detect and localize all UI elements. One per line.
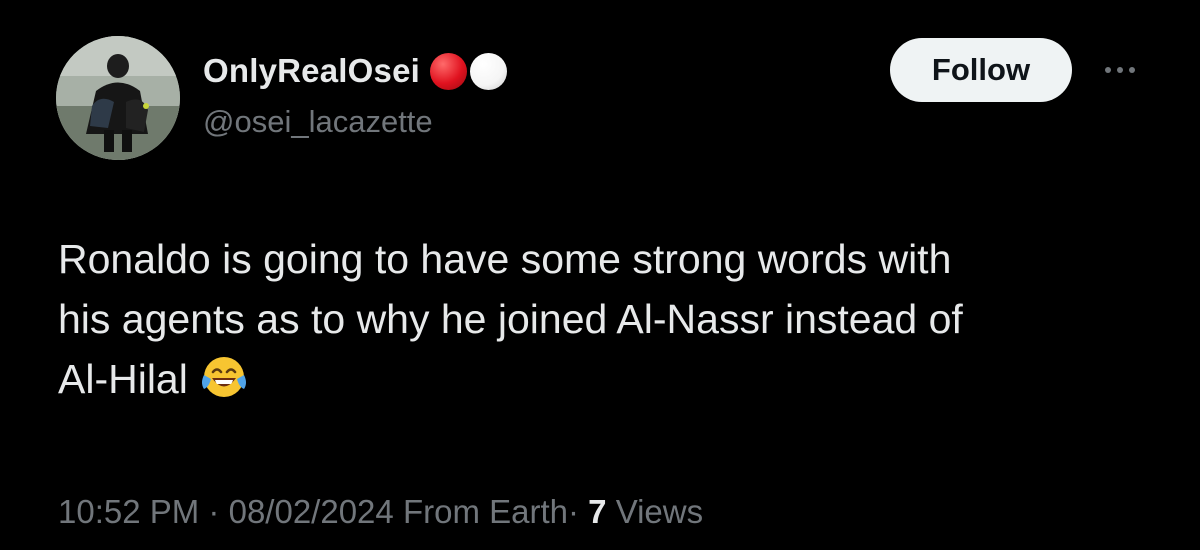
follow-button[interactable]: Follow [890, 38, 1072, 102]
face-with-tears-of-joy-icon [201, 357, 246, 397]
tweet-text: Ronaldo is going to have some strong wor… [58, 229, 1168, 409]
user-handle[interactable]: @osei_lacazette [203, 104, 433, 140]
meta-separator: · [208, 493, 220, 530]
tweet-time[interactable]: 10:52 PM [58, 493, 199, 530]
views-count[interactable]: 7 [588, 493, 606, 530]
white-circle-icon [470, 52, 507, 90]
display-name-row: OnlyRealOsei [203, 48, 507, 94]
tweet-text-line: Ronaldo is going to have some strong wor… [58, 236, 952, 282]
tweet-text-line: his agents as to why he joined Al-Nassr … [58, 296, 963, 342]
views-label: Views [615, 493, 704, 530]
red-circle-icon [430, 52, 467, 90]
tweet-source: From Earth [402, 493, 568, 530]
tweet-meta: 10:52 PM · 08/02/2024 From Earth· 7 View… [58, 493, 703, 531]
avatar[interactable] [56, 36, 180, 160]
meta-separator: · [567, 493, 579, 530]
avatar-photo [56, 36, 180, 160]
more-horizontal-icon[interactable] [1096, 58, 1144, 82]
tweet-text-line: Al-Hilal [58, 349, 1168, 409]
name-badges [430, 52, 507, 90]
tweet-card: OnlyRealOsei @osei_lacazette Follow Rona… [0, 0, 1200, 550]
display-name[interactable]: OnlyRealOsei [203, 52, 420, 90]
tweet-date[interactable]: 08/02/2024 [229, 493, 394, 530]
